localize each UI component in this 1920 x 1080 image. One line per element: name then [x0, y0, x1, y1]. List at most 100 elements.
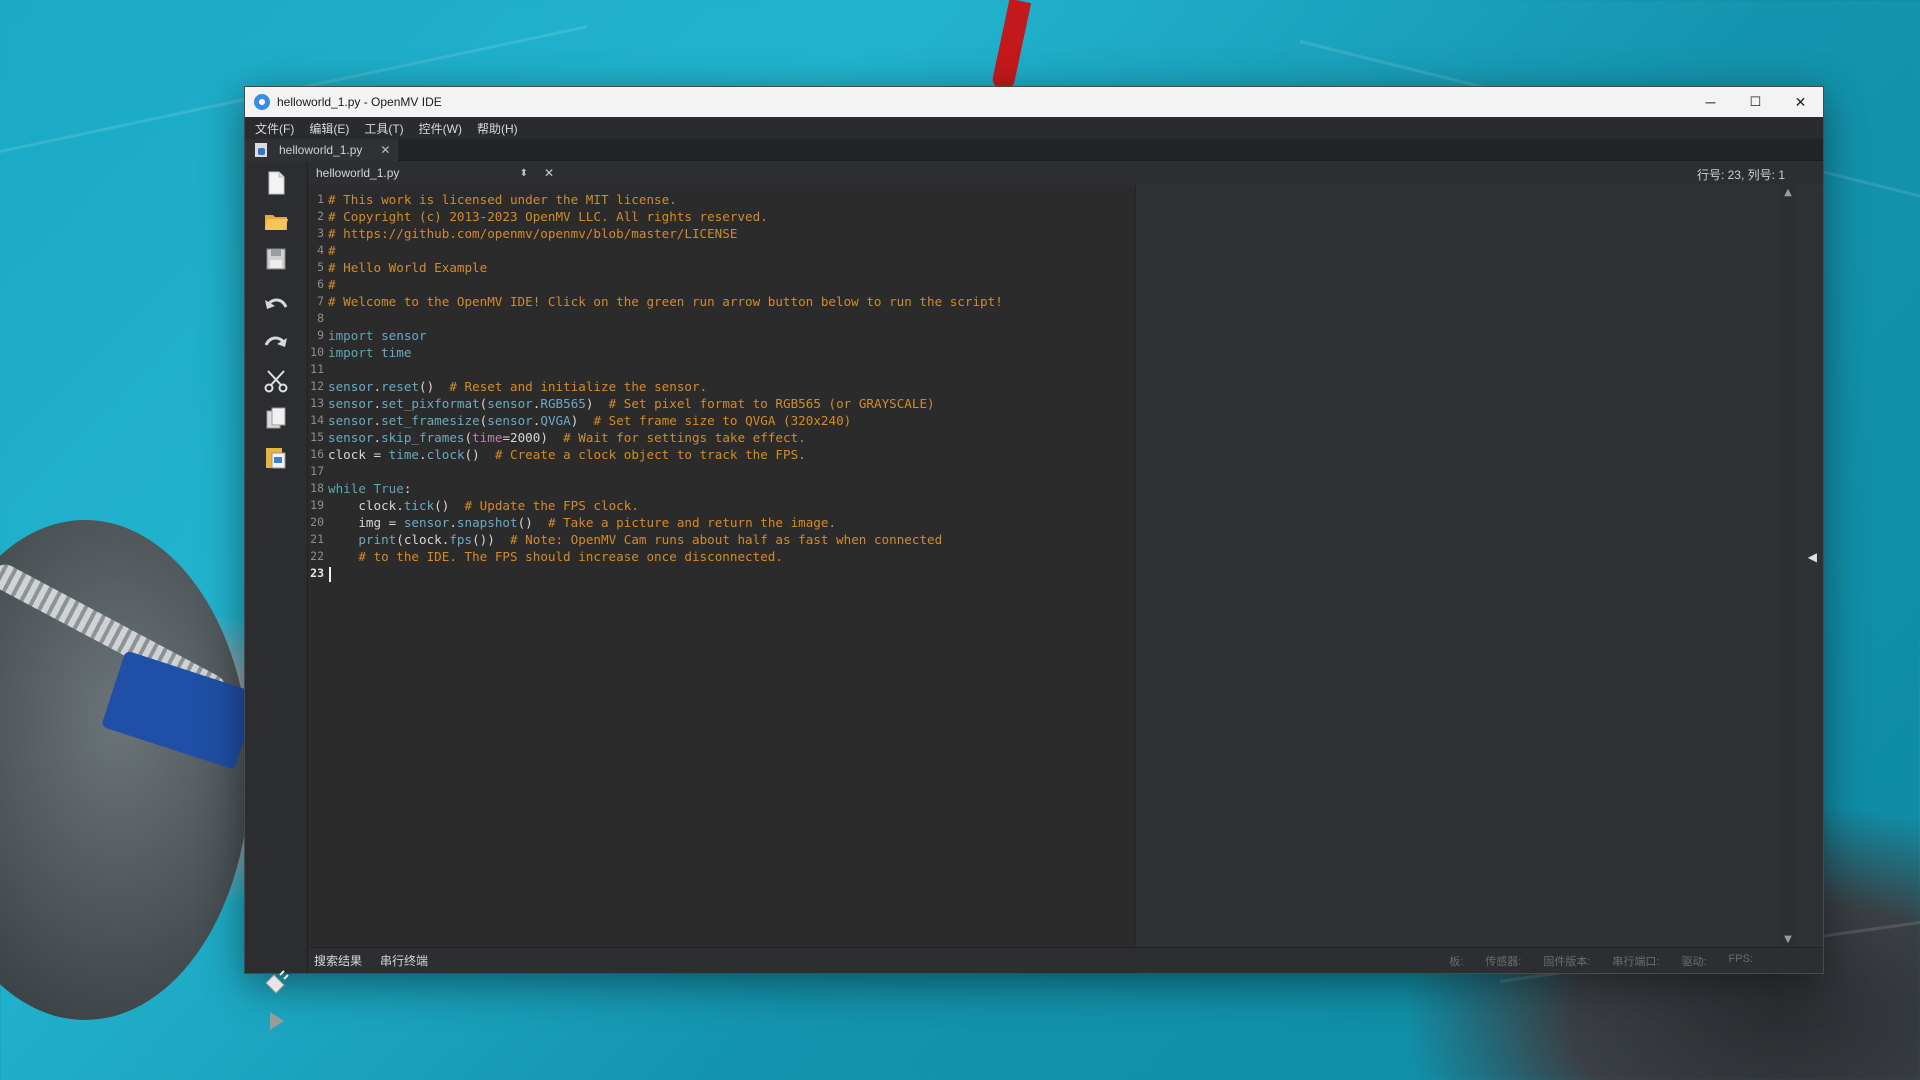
- code-text[interactable]: # Welcome to the OpenMV IDE! Click on th…: [328, 293, 1003, 310]
- line-number: 9: [317, 328, 324, 342]
- code-text[interactable]: sensor.skip_frames(time=2000) # Wait for…: [328, 429, 806, 446]
- redo-icon[interactable]: [262, 329, 290, 357]
- code-line[interactable]: 9 import sensor: [308, 327, 1134, 344]
- code-line[interactable]: 6 #: [308, 276, 1134, 293]
- line-number: 15: [310, 430, 324, 444]
- code-text[interactable]: sensor.set_framesize(sensor.QVGA) # Set …: [328, 412, 851, 429]
- close-button[interactable]: ✕: [1778, 87, 1823, 117]
- code-text[interactable]: import sensor: [328, 327, 427, 344]
- code-text[interactable]: clock = time.clock() # Create a clock ob…: [328, 446, 806, 463]
- tab-helloworld[interactable]: helloworld_1.py ✕: [245, 138, 399, 161]
- code-text[interactable]: import time: [328, 344, 411, 361]
- code-line[interactable]: 7 # Welcome to the OpenMV IDE! Click on t…: [308, 293, 1134, 310]
- code-text[interactable]: # Copyright (c) 2013-2023 OpenMV LLC. Al…: [328, 208, 768, 225]
- code-line[interactable]: 22 # to the IDE. The FPS should increase…: [308, 548, 1134, 565]
- code-line[interactable]: 16 clock = time.clock() # Create a clock …: [308, 446, 1134, 463]
- code-text[interactable]: #: [328, 242, 336, 259]
- code-line[interactable]: 18 while True:: [308, 480, 1134, 497]
- menu-tools[interactable]: 工具(T): [364, 120, 403, 137]
- collapse-pane-icon[interactable]: ◀: [1808, 550, 1817, 564]
- code-line[interactable]: 8: [308, 310, 1134, 327]
- undo-icon[interactable]: [262, 291, 290, 319]
- code-line[interactable]: 20 img = sensor.snapshot() # Take a pict…: [308, 514, 1134, 531]
- code-line[interactable]: 21 print(clock.fps()) # Note: OpenMV Cam…: [308, 531, 1134, 548]
- code-line[interactable]: 5 # Hello World Example: [308, 259, 1134, 276]
- document-tab-bar: helloworld_1.py ✕: [245, 138, 1823, 161]
- code-text[interactable]: [328, 565, 331, 582]
- line-number: 19: [310, 498, 324, 512]
- code-line[interactable]: 23: [308, 565, 1134, 582]
- python-file-icon: [255, 142, 267, 157]
- code-line[interactable]: 14 sensor.set_framesize(sensor.QVGA) # Se…: [308, 412, 1134, 429]
- line-number: 20: [310, 515, 324, 529]
- code-editor[interactable]: 1 # This work is licensed under the MIT l…: [308, 185, 1134, 947]
- code-line[interactable]: 3 # https://github.com/openmv/openmv/blob…: [308, 225, 1134, 242]
- line-number: 11: [310, 362, 324, 376]
- code-text[interactable]: img = sensor.snapshot() # Take a picture…: [328, 514, 836, 531]
- current-file-name: helloworld_1.py: [316, 166, 400, 180]
- maximize-button[interactable]: ☐: [1733, 87, 1778, 117]
- editor-scrollbar[interactable]: ▲ ▼: [1781, 185, 1795, 947]
- window-title: helloworld_1.py - OpenMV IDE: [277, 95, 442, 109]
- new-file-icon[interactable]: [262, 169, 290, 197]
- openmv-logo-icon: [254, 94, 270, 110]
- code-line[interactable]: 2 # Copyright (c) 2013-2023 OpenMV LLC. A…: [308, 208, 1134, 225]
- code-text[interactable]: #: [328, 276, 336, 293]
- code-line[interactable]: 17: [308, 463, 1134, 480]
- code-text[interactable]: # to the IDE. The FPS should increase on…: [328, 548, 783, 565]
- sensor-label: 传感器:: [1485, 955, 1522, 968]
- tab-serial-terminal[interactable]: 串行终端: [380, 952, 428, 969]
- code-line[interactable]: 1 # This work is licensed under the MIT l…: [308, 191, 1134, 208]
- board-label: 板:: [1449, 955, 1464, 968]
- line-number: 7: [317, 294, 324, 308]
- code-line[interactable]: 19 clock.tick() # Update the FPS clock.: [308, 497, 1134, 514]
- code-text[interactable]: sensor.set_pixformat(sensor.RGB565) # Se…: [328, 395, 935, 412]
- code-text[interactable]: # https://github.com/openmv/openmv/blob/…: [328, 225, 737, 242]
- editor-header: helloworld_1.py ⬍ ✕ 行号: 23, 列号: 1: [308, 161, 1823, 185]
- tab-close-icon[interactable]: ✕: [380, 143, 390, 157]
- code-line[interactable]: 11: [308, 361, 1134, 378]
- line-number: 1: [317, 192, 324, 206]
- code-line[interactable]: 15 sensor.skip_frames(time=2000) # Wait f…: [308, 429, 1134, 446]
- line-number: 22: [310, 549, 324, 563]
- copy-icon[interactable]: [262, 405, 290, 433]
- line-number: 18: [310, 481, 324, 495]
- code-text[interactable]: while True:: [328, 480, 411, 497]
- connect-icon[interactable]: [262, 969, 290, 997]
- scroll-down-icon[interactable]: ▼: [1781, 934, 1795, 945]
- code-text[interactable]: # Hello World Example: [328, 259, 487, 276]
- code-line[interactable]: 4 #: [308, 242, 1134, 259]
- cursor-position: 行号: 23, 列号: 1: [1696, 168, 1785, 182]
- minimize-button[interactable]: ─: [1688, 87, 1733, 117]
- menu-widgets[interactable]: 控件(W): [419, 120, 462, 137]
- code-text[interactable]: sensor.reset() # Reset and initialize th…: [328, 378, 707, 395]
- code-text[interactable]: print(clock.fps()) # Note: OpenMV Cam ru…: [328, 531, 942, 548]
- tab-search-results[interactable]: 搜索结果: [314, 952, 362, 969]
- save-icon[interactable]: [262, 245, 290, 273]
- open-folder-icon[interactable]: [262, 207, 290, 235]
- scroll-up-icon[interactable]: ▲: [1781, 187, 1795, 198]
- updown-arrows-icon: ⬍: [519, 167, 528, 179]
- ide-window: helloworld_1.py - OpenMV IDE ─ ☐ ✕ 文件(F)…: [244, 86, 1824, 1030]
- code-line[interactable]: 12 sensor.reset() # Reset and initialize …: [308, 378, 1134, 395]
- title-bar[interactable]: helloworld_1.py - OpenMV IDE ─ ☐ ✕: [245, 87, 1823, 117]
- firmware-label: 固件版本:: [1543, 955, 1591, 968]
- code-text[interactable]: clock.tick() # Update the FPS clock.: [328, 497, 639, 514]
- code-line[interactable]: 10 import time: [308, 344, 1134, 361]
- line-number: 6: [317, 277, 324, 291]
- menu-file[interactable]: 文件(F): [255, 120, 294, 137]
- code-line[interactable]: 13 sensor.set_pixformat(sensor.RGB565) # …: [308, 395, 1134, 412]
- cut-icon[interactable]: [262, 367, 290, 395]
- line-number: 16: [310, 447, 324, 461]
- open-file-selector[interactable]: helloworld_1.py ⬍: [308, 166, 538, 180]
- line-number: 2: [317, 209, 324, 223]
- menu-edit[interactable]: 编辑(E): [309, 120, 349, 137]
- menu-help[interactable]: 帮助(H): [477, 120, 518, 137]
- driver-label: 驱动:: [1681, 955, 1707, 968]
- run-icon[interactable]: [262, 1007, 290, 1035]
- paste-icon[interactable]: [262, 443, 290, 471]
- close-document-icon[interactable]: ✕: [544, 166, 554, 180]
- fps-label: FPS:: [1728, 952, 1753, 965]
- line-number: 23: [310, 566, 324, 580]
- code-text[interactable]: # This work is licensed under the MIT li…: [328, 191, 677, 208]
